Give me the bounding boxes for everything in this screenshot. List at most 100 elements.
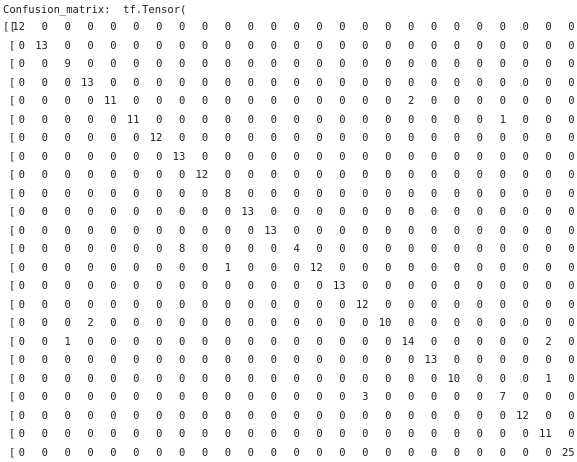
matrix-cell: 0 [169,333,185,352]
matrix-cell: 0 [238,166,254,185]
matrix-cell: 0 [238,18,254,37]
matrix-row: [00000000000000000013000000] [3,351,577,370]
matrix-cell: 0 [559,166,575,185]
matrix-cell: 0 [375,388,391,407]
matrix-row: [00000000000000130000000000] [3,277,577,296]
matrix-cell: 0 [421,259,437,278]
matrix-cell: 0 [124,259,140,278]
matrix-cell: 0 [421,74,437,93]
matrix-cell: 0 [536,407,552,426]
matrix-cell: 0 [375,370,391,389]
matrix-cell: 13 [238,203,254,222]
matrix-cell: 0 [9,407,25,426]
matrix-cell: 0 [330,92,346,111]
matrix-cell: 0 [490,444,506,462]
matrix-cell: 0 [307,370,323,389]
matrix-cell: 0 [261,259,277,278]
matrix-cell: 0 [490,370,506,389]
matrix-row: [01300000000000000000000000] [3,37,577,56]
matrix-cell: 0 [9,259,25,278]
matrix-cell: 0 [513,111,529,130]
matrix-cell: 0 [32,166,48,185]
matrix-cell: 0 [536,55,552,74]
matrix-cell: 0 [284,388,300,407]
matrix-cell: 0 [559,55,575,74]
matrix-cell: 0 [9,37,25,56]
matrix-cell: 0 [101,222,117,241]
matrix-cell: 0 [490,92,506,111]
matrix-cell: 0 [559,129,575,148]
matrix-cell: 0 [559,74,575,93]
matrix-cell: 0 [330,148,346,167]
matrix-cell: 0 [513,203,529,222]
matrix-cell: 0 [398,277,414,296]
matrix-cell: 0 [307,388,323,407]
matrix-cell: 0 [353,37,369,56]
matrix-row: [00100000000000000140000020] [3,333,577,352]
matrix-cell: 0 [490,18,506,37]
matrix-cell: 0 [330,370,346,389]
matrix-cell: 0 [32,74,48,93]
matrix-cell: 0 [55,92,71,111]
matrix-cell: 0 [421,148,437,167]
matrix-cell: 0 [55,444,71,462]
matrix-cell: 0 [490,222,506,241]
matrix-cell: 0 [307,240,323,259]
matrix-cell: 0 [124,314,140,333]
matrix-cell: 0 [9,444,25,462]
matrix-cell: 0 [398,129,414,148]
matrix-cell: 0 [513,314,529,333]
matrix-cell: 0 [101,166,117,185]
matrix-cell: 0 [215,18,231,37]
matrix-cell: 0 [467,314,483,333]
matrix-cell: 0 [215,425,231,444]
matrix-cell: 0 [55,425,71,444]
matrix-cell: 0 [261,92,277,111]
matrix-cell: 0 [55,18,71,37]
matrix-row: [00000001300000000000000000] [3,148,577,167]
matrix-cell: 0 [238,370,254,389]
matrix-cell: 0 [467,444,483,462]
matrix-cell: 0 [55,370,71,389]
matrix-cell: 0 [169,296,185,315]
matrix-cell: 0 [284,314,300,333]
matrix-cell: 0 [146,388,162,407]
matrix-cell: 0 [101,74,117,93]
matrix-cell: 0 [9,55,25,74]
matrix-cell: 0 [513,444,529,462]
matrix-cell: 0 [421,388,437,407]
matrix-cell: 0 [284,444,300,462]
matrix-cell: 0 [124,407,140,426]
matrix-cell: 0 [32,388,48,407]
matrix-cell: 0 [192,388,208,407]
matrix-cell: 0 [467,277,483,296]
matrix-cell: 0 [146,407,162,426]
matrix-cell: 0 [261,37,277,56]
matrix-cell: 0 [398,166,414,185]
matrix-row: [0000000000000003000007000] [3,388,577,407]
matrix-cell: 0 [490,148,506,167]
matrix-cell: 0 [330,111,346,130]
matrix-cell: 0 [192,370,208,389]
matrix-cell: 0 [444,203,460,222]
matrix-cell: 0 [375,185,391,204]
matrix-cell: 2 [78,314,94,333]
matrix-cell: 0 [559,148,575,167]
matrix-cell: 0 [284,222,300,241]
matrix-cell: 0 [192,407,208,426]
matrix-cell: 0 [55,407,71,426]
matrix-row: [00013000000000000000000000] [3,74,577,93]
matrix-cell: 0 [444,18,460,37]
matrix-cell: 10 [444,370,460,389]
matrix-cell: 0 [330,296,346,315]
matrix-cell: 0 [55,277,71,296]
matrix-cell: 0 [192,111,208,130]
matrix-cell: 0 [490,277,506,296]
matrix-cell: 0 [353,425,369,444]
matrix-cell: 0 [101,185,117,204]
matrix-cell: 0 [192,296,208,315]
matrix-cell: 0 [215,351,231,370]
matrix-cell: 0 [192,92,208,111]
matrix-cell: 0 [169,222,185,241]
matrix-row: [0090000000000000000000000] [3,55,577,74]
